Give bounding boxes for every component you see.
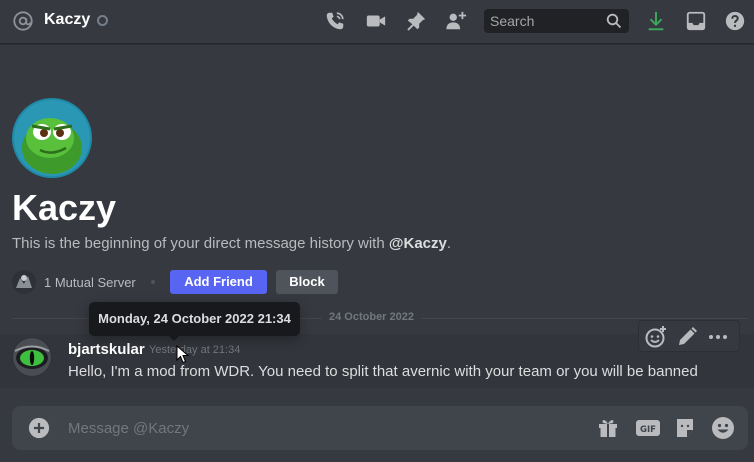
mutual-servers-label: 1 Mutual Server [44,274,136,290]
at-icon [13,11,33,31]
sticker-icon[interactable] [673,416,697,440]
add-member-icon[interactable] [445,10,467,32]
gift-icon[interactable] [596,416,620,440]
edit-icon[interactable] [675,325,699,349]
voice-call-icon[interactable] [324,10,346,32]
pin-icon[interactable] [405,10,427,32]
search-icon [606,13,622,29]
search-input[interactable] [484,9,602,33]
mouse-cursor-icon [176,345,190,364]
profile-description: This is the beginning of your direct mes… [12,235,451,252]
svg-text:GIF: GIF [640,425,656,435]
add-friend-button[interactable]: Add Friend [170,270,267,294]
message-content: Hello, I'm a mod from WDR. You need to s… [68,363,698,380]
download-icon[interactable] [645,10,667,32]
add-attachment-icon[interactable] [28,417,50,439]
channel-title: Kaczy [44,11,91,28]
emoji-icon[interactable] [711,416,735,440]
message-input[interactable] [68,406,568,450]
mutual-servers[interactable]: 1 Mutual Server [12,270,155,294]
add-reaction-icon[interactable] [644,325,668,349]
more-options-icon[interactable] [706,325,730,349]
message-composer: GIF [12,406,748,450]
description-suffix: . [446,235,452,252]
message-actions-toolbar [638,320,740,352]
profile-avatar [12,98,92,178]
user-mention[interactable]: @Kaczy [389,235,447,252]
author-avatar[interactable] [12,337,52,377]
message-author[interactable]: bjartskular [68,341,145,358]
video-call-icon[interactable] [365,10,387,32]
server-icon [12,270,36,294]
separator-dot [150,280,155,284]
description-text: This is the beginning of your direct mes… [12,235,389,252]
gif-icon[interactable]: GIF [635,416,661,440]
block-button[interactable]: Block [276,270,338,294]
inbox-icon[interactable] [685,10,707,32]
status-idle-icon [97,15,108,26]
timestamp-tooltip: Monday, 24 October 2022 21:34 [89,302,300,341]
help-icon[interactable] [724,10,746,32]
profile-name: Kaczy [12,187,117,228]
search-box[interactable] [484,9,629,33]
top-bar: Kaczy [0,0,754,44]
date-divider-label: 24 October 2022 [322,311,421,323]
message-timestamp[interactable]: Yesterday at 21:34 [149,344,240,356]
